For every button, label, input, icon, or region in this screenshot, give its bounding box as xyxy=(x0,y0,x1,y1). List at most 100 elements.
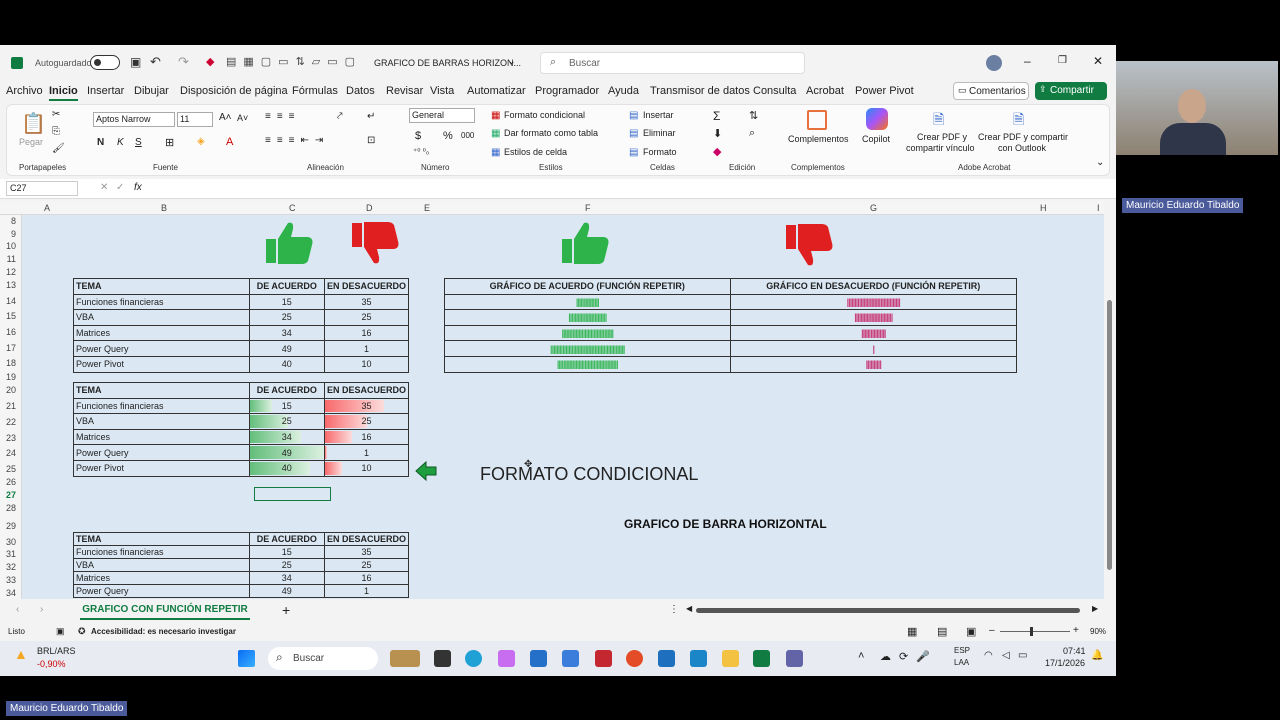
prev-sheet-icon[interactable]: ‹ xyxy=(16,604,19,615)
header-acuerdo[interactable]: DE ACUERDO xyxy=(248,278,325,295)
col-B[interactable]: B xyxy=(161,203,167,213)
tab-vista[interactable]: Vista xyxy=(430,85,454,97)
table-format-button[interactable]: Dar formato como tabla xyxy=(504,128,598,138)
cell-tema[interactable]: VBA xyxy=(73,309,250,326)
row-27[interactable]: 27 xyxy=(0,490,16,500)
scroll-left-icon[interactable]: ◀ xyxy=(686,604,692,613)
col-G[interactable]: G xyxy=(870,203,877,213)
cell-desacuerdo[interactable]: 25 xyxy=(323,309,410,326)
row-28[interactable]: 28 xyxy=(0,503,16,513)
tab-datos[interactable]: Datos xyxy=(346,85,375,97)
pdf-outlook-line1[interactable]: Crear PDF y compartir xyxy=(978,132,1068,142)
share-button[interactable]: ⇪ Compartir xyxy=(1035,82,1107,100)
find-icon[interactable]: ⌕ xyxy=(749,127,755,140)
repeat-disagree-bar[interactable]: ||||||||||||||||||||||||| xyxy=(729,309,1017,326)
repeat-agree-bar[interactable]: ||||||||||||||||||||||||||||||||||||||||… xyxy=(444,340,731,357)
normal-view-icon[interactable]: ▦ xyxy=(907,625,917,638)
page-layout-icon[interactable]: ▤ xyxy=(937,625,947,638)
cell-tema[interactable]: Funciones financieras xyxy=(73,545,250,559)
office-icon[interactable] xyxy=(626,650,643,667)
cell-acuerdo[interactable]: 15 xyxy=(248,397,325,415)
taskbar-search[interactable]: ⌕ Buscar xyxy=(268,647,378,670)
horizontal-scroll-thumb[interactable] xyxy=(696,608,1080,613)
cancel-icon[interactable]: ✕ xyxy=(100,182,108,193)
row-32[interactable]: 32 xyxy=(0,562,16,572)
row-25[interactable]: 25 xyxy=(0,464,16,474)
cell-desacuerdo[interactable]: 25 xyxy=(323,413,410,430)
row-19[interactable]: 19 xyxy=(0,372,16,382)
cell-desacuerdo[interactable]: 16 xyxy=(323,571,410,585)
selected-cell[interactable] xyxy=(254,487,331,501)
zoom-slider[interactable] xyxy=(1000,627,1070,636)
restore-icon[interactable]: ❐ xyxy=(1058,55,1067,66)
tab-transmisor[interactable]: Transmisor de datos xyxy=(650,85,750,97)
horizontal-scrollbar[interactable]: ◀ ▶ xyxy=(686,604,1100,614)
zoom-out-icon[interactable]: – xyxy=(989,625,995,636)
cell-tema[interactable]: Power Query xyxy=(73,444,250,461)
autosum-icon[interactable]: Σ xyxy=(713,109,720,123)
insert-cells-button[interactable]: Insertar xyxy=(643,110,674,120)
outlook-icon[interactable] xyxy=(658,650,675,667)
cell-acuerdo[interactable]: 34 xyxy=(248,428,325,446)
edge-icon[interactable] xyxy=(465,650,482,667)
col-F[interactable]: F xyxy=(585,203,591,213)
addins-icon[interactable] xyxy=(807,110,827,130)
cell-acuerdo[interactable]: 40 xyxy=(248,355,325,373)
header-desacuerdo[interactable]: EN DESACUERDO xyxy=(323,382,410,399)
cell-desacuerdo[interactable]: 1 xyxy=(323,584,410,598)
row-26[interactable]: 26 xyxy=(0,477,16,487)
merge-icon[interactable]: ⊡ xyxy=(367,135,375,146)
header-acuerdo[interactable]: DE ACUERDO xyxy=(248,382,325,399)
bold-icon[interactable]: N xyxy=(97,137,104,148)
vertical-scroll-thumb[interactable] xyxy=(1107,300,1112,570)
shrink-font-icon[interactable]: A˅ xyxy=(237,113,248,123)
chevron-down-icon[interactable]: ⌄ xyxy=(508,56,516,67)
col-E[interactable]: E xyxy=(424,203,430,213)
search-box[interactable]: ⌕ Buscar xyxy=(540,52,805,74)
volume-icon[interactable]: ◁ xyxy=(1002,650,1010,661)
clock-date[interactable]: 17/1/2026 xyxy=(1045,658,1085,668)
cell-desacuerdo[interactable]: 35 xyxy=(323,293,410,311)
copilot-app-icon[interactable] xyxy=(498,650,515,667)
cell-tema[interactable]: Power Pivot xyxy=(73,355,250,373)
vertical-scrollbar[interactable] xyxy=(1104,215,1116,599)
orientation-icon[interactable]: ⤤ xyxy=(337,111,343,122)
stocks-icon[interactable]: ▲ xyxy=(14,646,28,662)
tab-programador[interactable]: Programador xyxy=(535,85,599,97)
fill-icon[interactable]: ⬇ xyxy=(713,127,722,140)
row-29[interactable]: 29 xyxy=(0,521,16,531)
formula-input[interactable] xyxy=(160,181,1095,196)
borders-icon[interactable]: ⊞ xyxy=(165,136,174,149)
repeat-disagree-bar[interactable]: | xyxy=(729,340,1017,357)
row-10[interactable]: 10 xyxy=(0,241,16,251)
redo-icon[interactable]: ↷ xyxy=(178,54,189,70)
cell-tema[interactable]: VBA xyxy=(73,558,250,572)
row-23[interactable]: 23 xyxy=(0,433,16,443)
cell-acuerdo[interactable]: 40 xyxy=(248,459,325,477)
cell-desacuerdo[interactable]: 25 xyxy=(323,558,410,572)
quick-access-icons[interactable]: ▤▦▢▭⇅▱▭▢ xyxy=(226,55,362,68)
windows-start-icon[interactable] xyxy=(238,650,255,667)
task-view-icon[interactable] xyxy=(434,650,451,667)
zoom-level[interactable]: 90% xyxy=(1090,627,1106,636)
repeat-left-title[interactable]: GRÁFICO DE ACUERDO (FUNCIÓN REPETIR) xyxy=(444,278,731,295)
row-11[interactable]: 11 xyxy=(0,254,16,264)
page-break-icon[interactable]: ▣ xyxy=(966,625,976,638)
font-size-select[interactable]: 11 xyxy=(177,112,213,127)
zoom-in-icon[interactable]: + xyxy=(1073,625,1079,636)
repeat-agree-bar[interactable]: ||||||||||||||| xyxy=(444,293,731,311)
cell-styles-button[interactable]: Estilos de celda xyxy=(504,147,567,157)
tray-chevron-icon[interactable]: ˄ xyxy=(858,650,864,662)
underline-icon[interactable]: S xyxy=(135,137,142,148)
tab-ayuda[interactable]: Ayuda xyxy=(608,85,639,97)
col-D[interactable]: D xyxy=(366,203,373,213)
cell-acuerdo[interactable]: 34 xyxy=(248,324,325,342)
cell-tema[interactable]: Power Query xyxy=(73,340,250,357)
tab-acrobat[interactable]: Acrobat xyxy=(806,85,844,97)
col-I[interactable]: I xyxy=(1097,203,1100,213)
tab-power-pivot[interactable]: Power Pivot xyxy=(855,85,914,97)
delete-cells-button[interactable]: Eliminar xyxy=(643,128,676,138)
repeat-disagree-bar[interactable]: ||||||||||||||||||||||||||||||||||| xyxy=(729,293,1017,311)
row-18[interactable]: 18 xyxy=(0,358,16,368)
cell-acuerdo[interactable]: 34 xyxy=(248,571,325,585)
